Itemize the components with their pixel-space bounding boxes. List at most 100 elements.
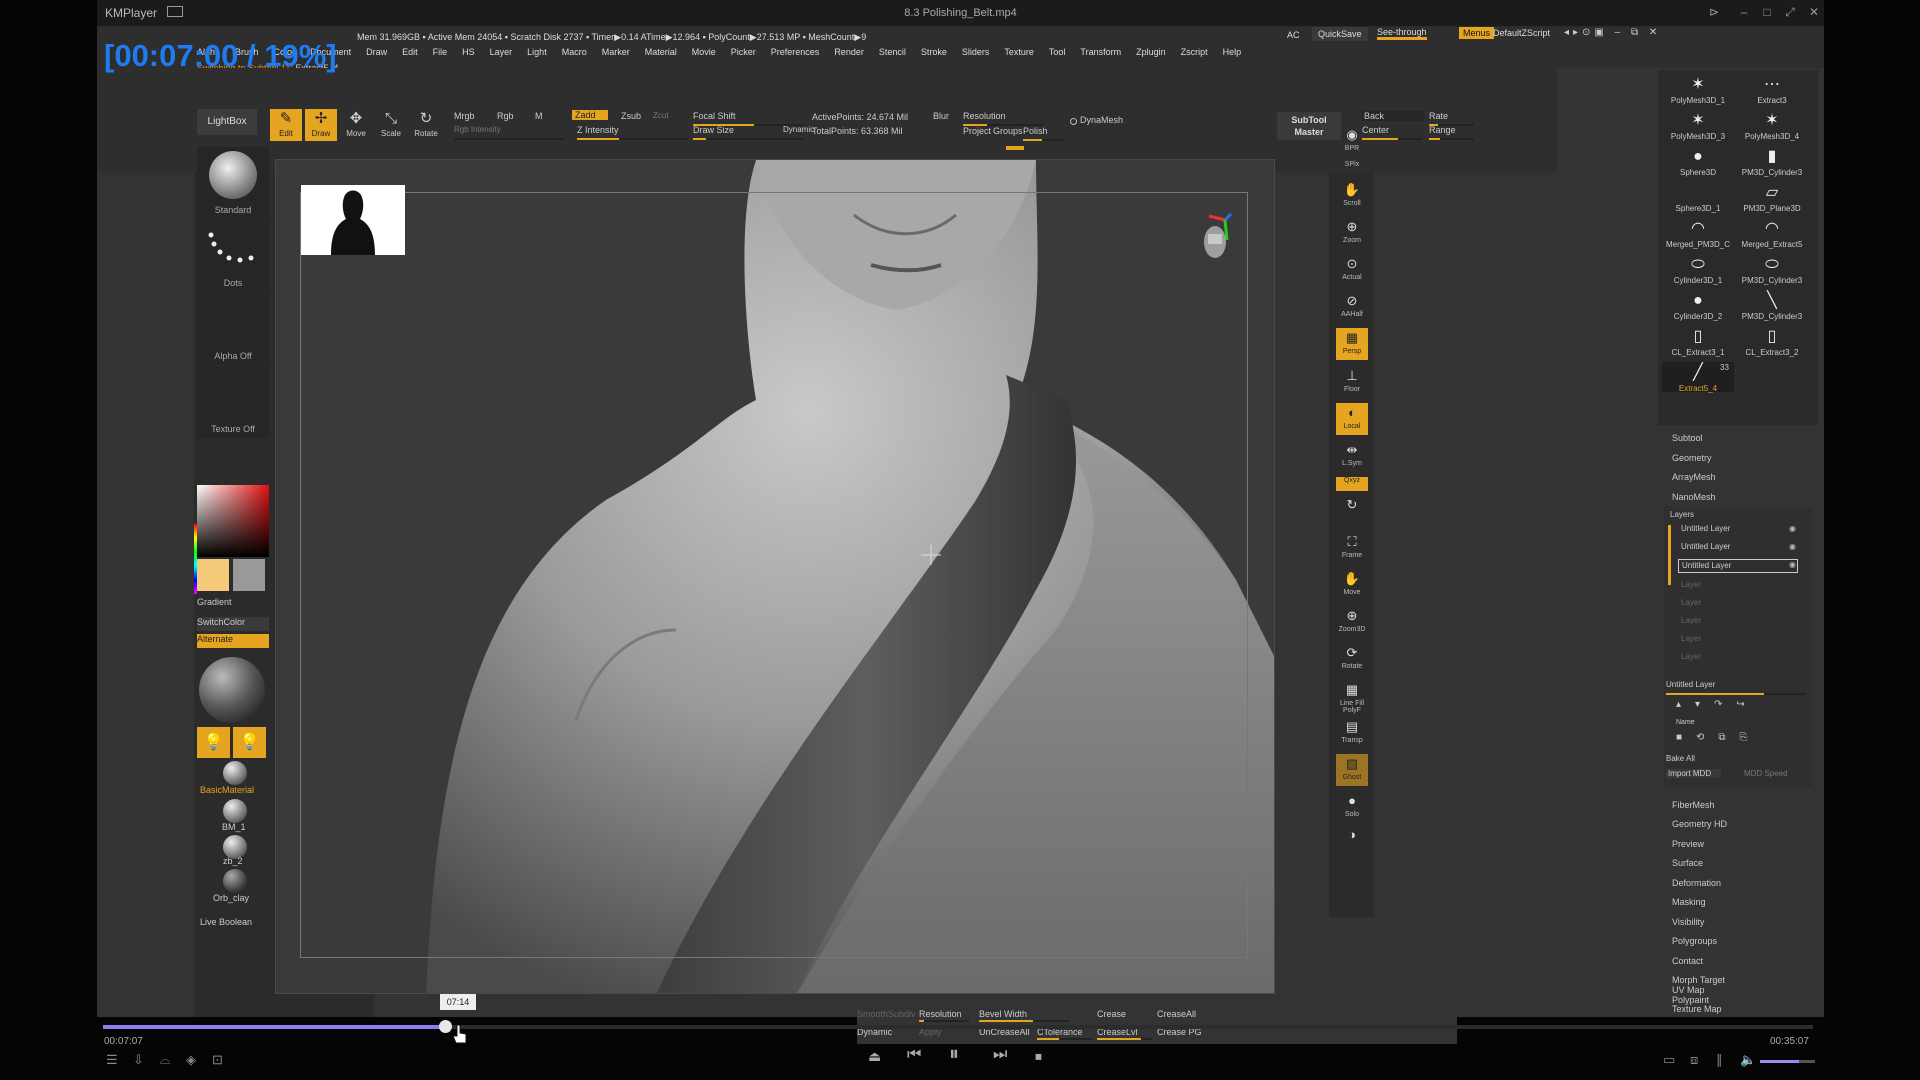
- range-slider[interactable]: Range: [1429, 125, 1456, 135]
- screen-icon[interactable]: ⧈: [1690, 1052, 1698, 1068]
- layer-row[interactable]: Layer: [1678, 615, 1773, 629]
- zcut-button[interactable]: Zcut: [653, 111, 669, 120]
- resolution-slider[interactable]: Resolution: [963, 111, 1006, 121]
- move-button[interactable]: ✥ Move: [340, 109, 372, 141]
- menu-layer[interactable]: Layer: [490, 47, 513, 57]
- spotlight-icon[interactable]: ◑: [1336, 825, 1368, 857]
- window-controls-icon[interactable]: ◂▸⊙▣ – ⧉ ✕: [1564, 27, 1661, 38]
- floor-button[interactable]: ⊥ Floor: [1336, 366, 1368, 398]
- subtitle-icon[interactable]: ▭: [1663, 1052, 1675, 1068]
- bake-all-button[interactable]: Bake All: [1666, 754, 1695, 763]
- resolution-track-bottom[interactable]: [919, 1020, 969, 1022]
- crease-all-button[interactable]: CreaseAll: [1157, 1009, 1196, 1019]
- subtool-thumb[interactable]: ▯ CL_Extract3_1: [1662, 326, 1734, 357]
- eye-icon[interactable]: ◉: [1789, 542, 1796, 551]
- visibility-section[interactable]: Visibility: [1672, 917, 1704, 927]
- alternate-button[interactable]: Alternate: [197, 634, 269, 648]
- lightbox-button[interactable]: LightBox: [197, 109, 257, 135]
- subtool-thumb[interactable]: ▱ PM3D_Plane3D: [1736, 182, 1808, 213]
- layer-row-selected[interactable]: Untitled Layer: [1678, 559, 1798, 573]
- stop-icon[interactable]: ⏹: [1035, 1048, 1042, 1065]
- layers-title[interactable]: Layers: [1670, 510, 1694, 519]
- focal-shift-slider[interactable]: Focal Shift: [693, 111, 736, 121]
- switch-color-button[interactable]: SwitchColor: [197, 617, 269, 631]
- deformation-section[interactable]: Deformation: [1672, 878, 1721, 888]
- subtool-thumb[interactable]: ◠ Merged_PM3D_C: [1662, 218, 1734, 249]
- bevel-width-track[interactable]: [979, 1020, 1069, 1022]
- blur-slider[interactable]: Blur: [933, 111, 949, 121]
- material-preview[interactable]: [199, 657, 265, 723]
- draw-size-track[interactable]: [693, 138, 803, 140]
- m-button[interactable]: M: [535, 111, 543, 121]
- dynamic-toggle[interactable]: Dynamic: [783, 125, 814, 134]
- vr-icon[interactable]: ⌓: [160, 1052, 170, 1068]
- zbrush-canvas[interactable]: [275, 159, 1275, 994]
- subtool-thumb[interactable]: ⋯ Extract3: [1736, 74, 1808, 105]
- subtool-thumb[interactable]: ▯ CL_Extract3_2: [1736, 326, 1808, 357]
- masking-section[interactable]: Masking: [1672, 897, 1706, 907]
- project-toggle[interactable]: Project: [963, 126, 991, 136]
- zadd-button[interactable]: Zadd: [572, 110, 608, 120]
- subtool-thumb[interactable]: ⬭ PM3D_Cylinder3: [1736, 254, 1808, 285]
- pin-icon[interactable]: ⊳: [1707, 5, 1721, 19]
- close-icon[interactable]: ✕: [1807, 5, 1821, 19]
- geometry-section[interactable]: Geometry: [1672, 453, 1712, 463]
- smooth-subdiv-toggle[interactable]: SmoothSubdiv: [857, 1009, 916, 1019]
- crease-lvl-track[interactable]: [1097, 1038, 1152, 1040]
- menu-transform[interactable]: Transform: [1080, 47, 1121, 57]
- menu-sliders[interactable]: Sliders: [962, 47, 990, 57]
- layer-row[interactable]: Layer: [1678, 579, 1773, 593]
- menu-stroke[interactable]: Stroke: [921, 47, 947, 57]
- 3d-icon[interactable]: ◈: [186, 1052, 196, 1068]
- fibermesh-section[interactable]: FiberMesh: [1672, 800, 1715, 810]
- menu-help[interactable]: Help: [1223, 47, 1242, 57]
- menu-zscript[interactable]: Zscript: [1181, 47, 1208, 57]
- subtool-thumb[interactable]: ● Cylinder3D_2: [1662, 290, 1734, 321]
- subtool-thumb[interactable]: ◠ Merged_Extract5: [1736, 218, 1808, 249]
- rotate-button[interactable]: ↻ Rotate: [410, 109, 442, 141]
- layer-tools-icon[interactable]: ▴▾↷↪: [1676, 699, 1759, 710]
- morph-target-section[interactable]: Morph Target: [1672, 975, 1725, 985]
- main-color-swatch[interactable]: [197, 559, 229, 591]
- secondary-color-swatch[interactable]: [233, 559, 265, 591]
- rgb-intensity-slider[interactable]: Rgb Intensity: [454, 125, 501, 134]
- layer-row[interactable]: Layer: [1678, 597, 1773, 611]
- uv-map-section[interactable]: UV Map: [1672, 985, 1705, 995]
- spix-slider[interactable]: SPix: [1336, 161, 1368, 175]
- groups-toggle[interactable]: Groups: [993, 126, 1023, 136]
- subtool-thumb[interactable]: ✶ PolyMesh3D_1: [1662, 74, 1734, 105]
- basic-material-icon[interactable]: [223, 761, 247, 785]
- subtool-thumb[interactable]: ✶ PolyMesh3D_3: [1662, 110, 1734, 141]
- rgb-intensity-track[interactable]: [454, 138, 564, 140]
- menus-button[interactable]: Menus: [1459, 27, 1495, 39]
- maximize-icon[interactable]: □: [1760, 5, 1774, 19]
- menu-movie[interactable]: Movie: [692, 47, 716, 57]
- menu-zplugin[interactable]: Zplugin: [1136, 47, 1166, 57]
- download-icon[interactable]: ⇩: [133, 1052, 144, 1068]
- menu-light[interactable]: Light: [527, 47, 547, 57]
- eye-icon[interactable]: ◉: [1789, 560, 1796, 569]
- rgb-button[interactable]: Rgb: [497, 111, 514, 121]
- mrgb-button[interactable]: Mrgb: [454, 111, 475, 121]
- polish-slider[interactable]: Polish: [1023, 126, 1048, 136]
- bm1-material-icon[interactable]: [223, 799, 247, 823]
- menu-picker[interactable]: Picker: [731, 47, 756, 57]
- brush-slot[interactable]: Standard: [197, 147, 269, 219]
- axis-rotate-icons[interactable]: ↻: [1336, 495, 1368, 525]
- layer-actions-icon[interactable]: ■⟲⧉⎘: [1676, 732, 1762, 743]
- quicksave-button[interactable]: QuickSave: [1312, 27, 1368, 41]
- rate-slider[interactable]: Rate: [1429, 111, 1448, 121]
- color-picker[interactable]: [197, 485, 269, 557]
- draw-button[interactable]: ✢ Draw: [305, 109, 337, 141]
- prev-icon[interactable]: ⏮: [907, 1046, 921, 1064]
- menu-texture[interactable]: Texture: [1004, 47, 1034, 57]
- bpr-button[interactable]: ◉ BPR: [1336, 125, 1368, 157]
- layer-row[interactable]: Layer: [1678, 651, 1773, 665]
- resolution-slider-bottom[interactable]: Resolution: [919, 1009, 962, 1019]
- orb-clay-material-icon[interactable]: [223, 869, 247, 893]
- texture-map-section[interactable]: Texture Map: [1672, 1004, 1722, 1014]
- layer-row[interactable]: Layer: [1678, 633, 1773, 647]
- subtool-thumb[interactable]: ⬭ Cylinder3D_1: [1662, 254, 1734, 285]
- subtool-master-button[interactable]: SubTool Master: [1277, 112, 1341, 140]
- polyf-button[interactable]: ▦ Line Fill PolyF: [1336, 680, 1368, 714]
